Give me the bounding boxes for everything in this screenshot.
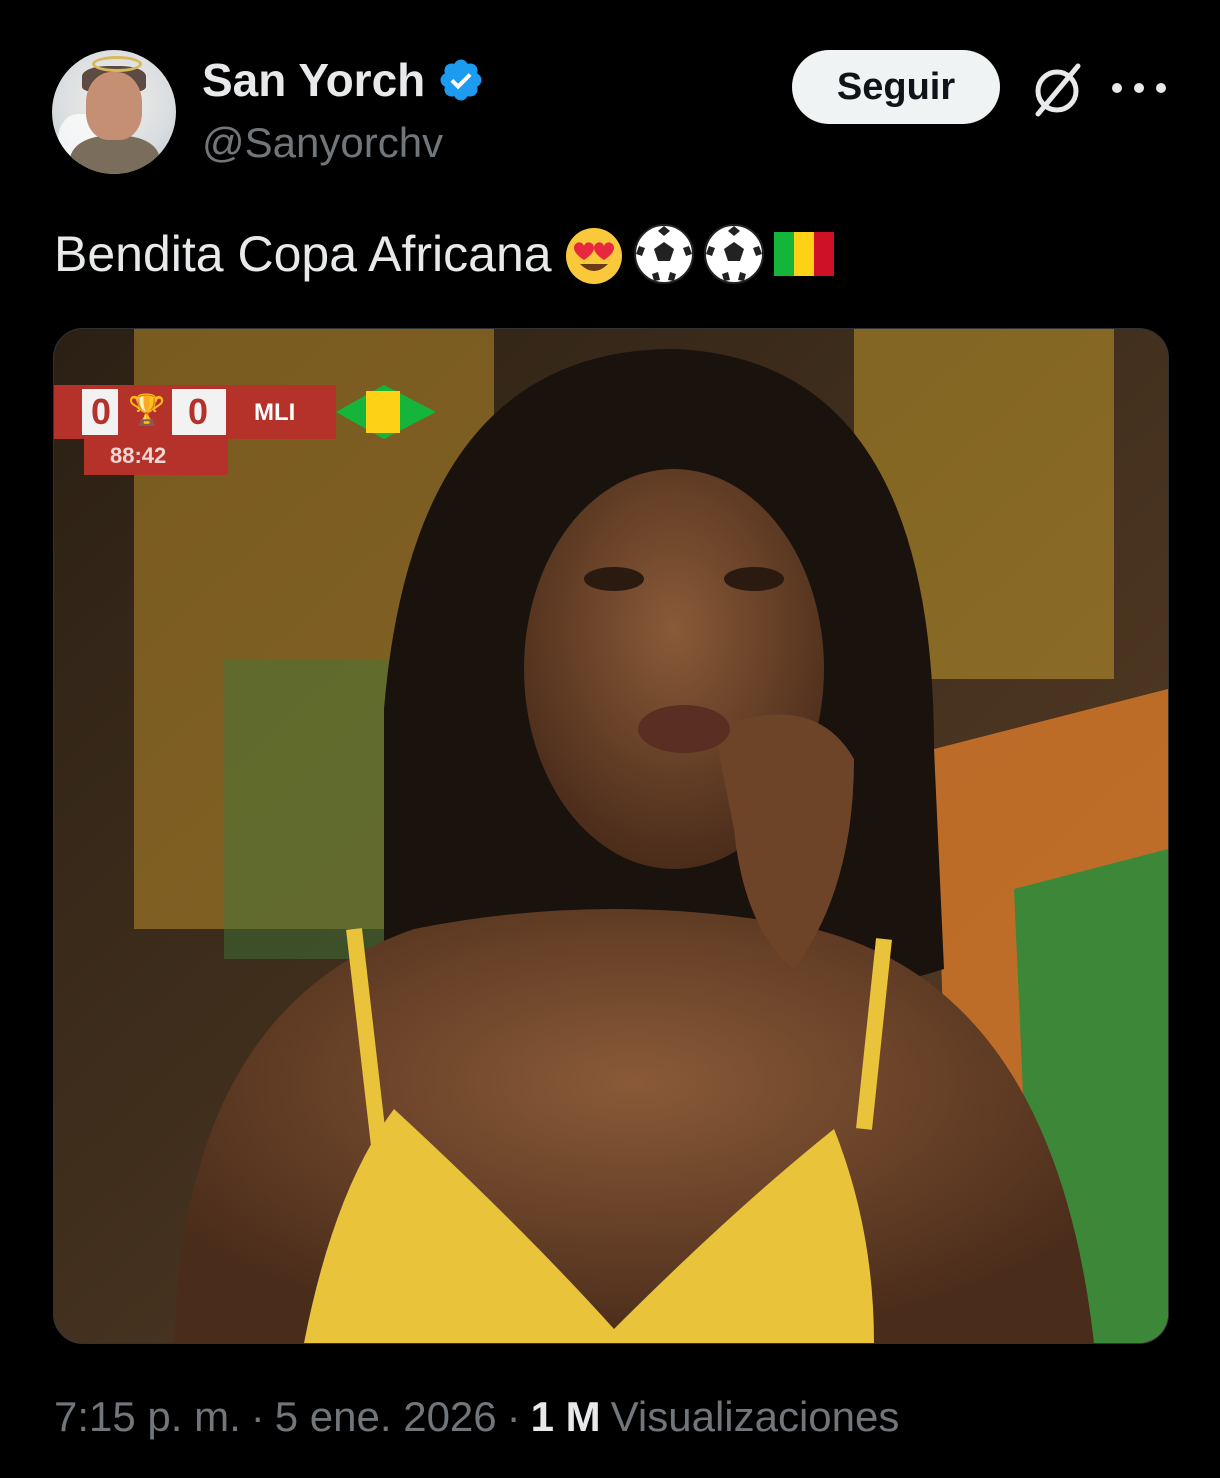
heart-eyes-emoji-icon bbox=[565, 228, 622, 284]
meta-separator: · bbox=[506, 1393, 521, 1440]
scoreboard-trophy-icon: 🏆 bbox=[128, 393, 166, 428]
verified-badge-icon bbox=[440, 59, 482, 101]
mali-flag-icon bbox=[773, 232, 834, 276]
scoreboard-home-score: 0 bbox=[90, 391, 112, 432]
scoreboard-clock: 88:42 bbox=[110, 443, 167, 468]
author-name-row: San Yorch bbox=[202, 56, 485, 104]
scoreboard-away-score: 0 bbox=[187, 391, 209, 432]
soccer-ball-icon bbox=[703, 224, 764, 284]
tweet-meta: 7:15 p. m. · 5 ene. 2026 · 1 M Visualiza… bbox=[54, 1396, 899, 1438]
views-count: 1 M bbox=[530, 1393, 601, 1440]
more-options-icon[interactable] bbox=[1112, 68, 1166, 108]
views-label: Visualizaciones bbox=[610, 1393, 900, 1440]
tweet-time[interactable]: 7:15 p. m. bbox=[54, 1396, 241, 1438]
tweet-media-image[interactable]: 0 🏆 0 MLI 88:42 bbox=[53, 328, 1169, 1344]
tweet-text-row: Bendita Copa Africana bbox=[54, 222, 836, 286]
more-dot bbox=[1134, 83, 1144, 93]
more-dot bbox=[1156, 83, 1166, 93]
avatar-body bbox=[70, 136, 160, 174]
author-avatar[interactable] bbox=[52, 50, 176, 174]
follow-button[interactable]: Seguir bbox=[792, 50, 1000, 124]
soccer-ball-icon bbox=[633, 224, 694, 284]
scoreboard-team: MLI bbox=[254, 399, 296, 426]
meta-separator: · bbox=[250, 1393, 265, 1440]
avatar-face bbox=[86, 72, 142, 140]
tweet-text: Bendita Copa Africana bbox=[54, 226, 552, 282]
author-handle[interactable]: @Sanyorchv bbox=[202, 119, 443, 166]
more-dot bbox=[1112, 83, 1122, 93]
media-illustration bbox=[54, 329, 1168, 1343]
tweet-emojis bbox=[562, 222, 836, 286]
grok-icon[interactable] bbox=[1028, 60, 1086, 118]
avatar-halo bbox=[92, 56, 142, 72]
tweet-date[interactable]: 5 ene. 2026 bbox=[275, 1396, 497, 1438]
author-display-name[interactable]: San Yorch bbox=[202, 57, 425, 103]
tweet-header: San Yorch @Sanyorchv Seguir bbox=[0, 0, 1220, 190]
